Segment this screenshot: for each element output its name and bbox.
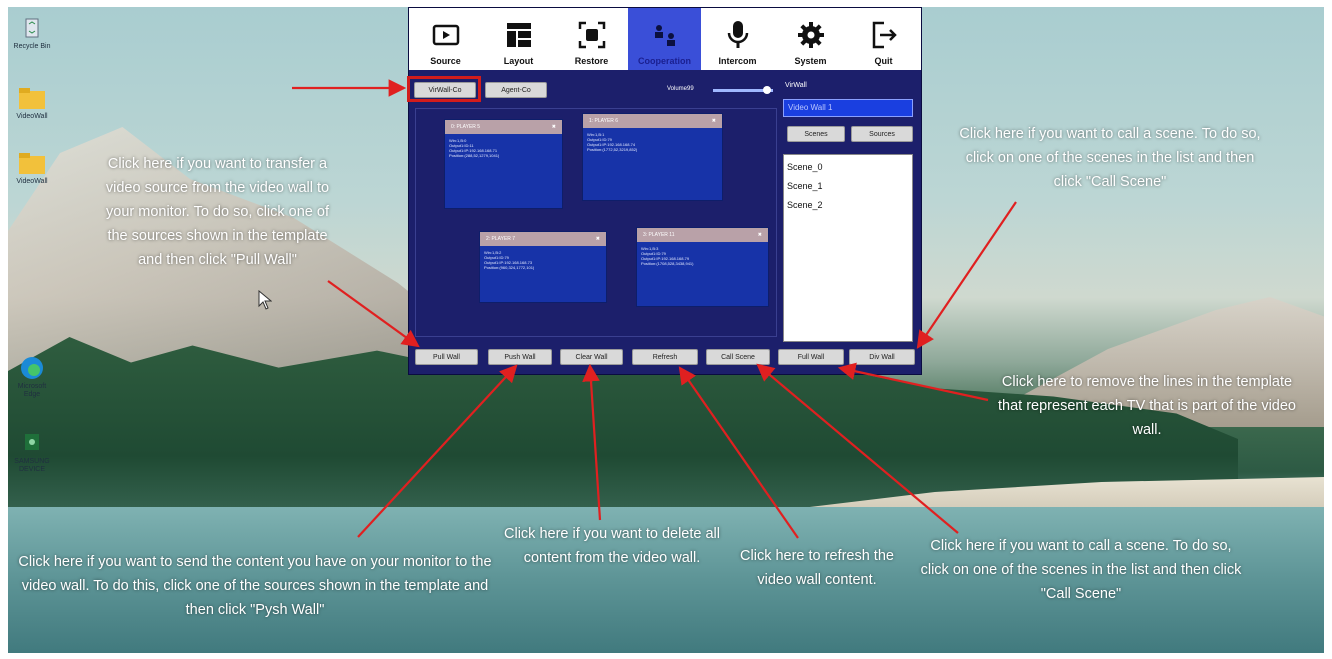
annotation-call-scene-top: Click here if you want to call a scene. … xyxy=(959,126,1261,190)
desktop-icon-samsung[interactable]: SAMSUNG DEVICE xyxy=(10,430,54,474)
desktop-icon-recycle-bin[interactable]: Recycle Bin xyxy=(10,15,54,51)
highlight-box xyxy=(407,76,481,102)
push-wall-button[interactable]: Push Wall xyxy=(488,349,552,365)
volume-slider[interactable] xyxy=(713,86,773,94)
desktop-icon-label: VideoWall xyxy=(16,178,48,185)
player-header: 2: PLAYER 7 ✖ xyxy=(480,232,606,246)
close-icon[interactable]: ✖ xyxy=(596,236,600,242)
tab-label: Cooperation xyxy=(638,56,691,66)
tab-label: Intercom xyxy=(718,56,757,66)
right-panel: VirWall Video Wall 1 Scenes Sources Scen… xyxy=(781,74,915,342)
pull-wall-button[interactable]: Pull Wall xyxy=(415,349,478,365)
layout-icon xyxy=(504,20,534,50)
full-wall-button[interactable]: Full Wall xyxy=(778,349,844,365)
close-icon[interactable]: ✖ xyxy=(552,124,556,130)
tab-label: System xyxy=(794,56,827,66)
close-icon[interactable]: ✖ xyxy=(712,118,716,124)
videowall-app-window: Source Layout Restore Cooperation Interc… xyxy=(408,7,922,375)
folder-icon xyxy=(17,150,47,176)
tab-system[interactable]: System xyxy=(774,8,847,70)
annotation-call-scene-bottom: Click here if you want to call a scene. … xyxy=(920,538,1242,602)
player-header: 0: PLAYER 5 ✖ xyxy=(445,120,562,134)
player-info: Win:1,B:2 Output1:ID:79 Output1:IP:192.1… xyxy=(484,250,535,270)
desktop-icon-folder-2[interactable]: VideoWall xyxy=(10,150,54,186)
volume-label: Volume99 xyxy=(667,86,694,92)
app-icon xyxy=(17,430,47,456)
desktop-icon-folder-1[interactable]: VideoWall xyxy=(10,85,54,121)
player-title: 0: PLAYER 5 xyxy=(451,124,481,130)
player-title: 2: PLAYER 7 xyxy=(486,236,516,242)
tab-layout[interactable]: Layout xyxy=(482,8,555,70)
player-window[interactable]: 3: PLAYER 11 ✖ Win:1,B:3 Output1:ID:79 Ou… xyxy=(636,227,769,307)
volume-slider-handle[interactable] xyxy=(763,86,771,94)
desktop-icon-edge[interactable]: Microsoft Edge xyxy=(10,355,54,399)
tab-intercom[interactable]: Intercom xyxy=(701,8,774,70)
player-window[interactable]: 2: PLAYER 7 ✖ Win:1,B:2 Output1:ID:79 Out… xyxy=(479,231,607,303)
player-info: Win:1,B:1 Output1:ID:79 Output1:IP:192.1… xyxy=(587,132,638,152)
tab-cooperation[interactable]: Cooperation xyxy=(628,8,701,70)
recycle-bin-icon xyxy=(17,15,47,41)
tab-label: Source xyxy=(430,56,461,66)
player-title: 1: PLAYER 6 xyxy=(589,118,619,124)
scene-item[interactable]: Scene_0 xyxy=(787,158,909,177)
annotation-refresh: Click here to refresh the video wall con… xyxy=(740,548,894,588)
annotation-push-wall: Click here if you want to send the conte… xyxy=(18,554,492,618)
player-title: 3: PLAYER 11 xyxy=(643,232,675,238)
play-icon xyxy=(431,20,461,50)
folder-icon xyxy=(17,85,47,111)
div-wall-button[interactable]: Div Wall xyxy=(849,349,915,365)
player-header: 3: PLAYER 11 ✖ xyxy=(637,228,768,242)
quit-icon xyxy=(869,20,899,50)
scenes-tab-button[interactable]: Scenes xyxy=(787,126,845,142)
annotation-div-wall: Click here to remove the lines in the te… xyxy=(998,374,1296,438)
player-info: Win:1,B:0 Output1:ID:11 Output1:IP:192.1… xyxy=(449,138,500,158)
wall-name-field[interactable]: Video Wall 1 xyxy=(783,99,913,117)
scene-item[interactable]: Scene_2 xyxy=(787,196,909,215)
tab-label: Layout xyxy=(503,56,534,66)
scene-item[interactable]: Scene_1 xyxy=(787,177,909,196)
call-scene-button[interactable]: Call Scene xyxy=(706,349,770,365)
tab-source[interactable]: Source xyxy=(409,8,482,70)
gear-icon xyxy=(796,20,826,50)
refresh-button[interactable]: Refresh xyxy=(632,349,698,365)
cooperation-icon xyxy=(650,20,680,50)
close-icon[interactable]: ✖ xyxy=(758,232,762,238)
player-info: Win:1,B:3 Output1:ID:79 Output1:IP:192.1… xyxy=(641,246,694,266)
desktop-icon-label: SAMSUNG DEVICE xyxy=(14,458,50,473)
agent-co-button[interactable]: Agent-Co xyxy=(485,82,547,98)
tab-label: Restore xyxy=(574,56,609,66)
mouse-cursor-icon xyxy=(258,289,273,315)
restore-icon xyxy=(577,20,607,50)
annotation-pull-wall: Click here if you want to transfer a vid… xyxy=(105,156,330,268)
clear-wall-button[interactable]: Clear Wall xyxy=(560,349,623,365)
player-window[interactable]: 0: PLAYER 5 ✖ Win:1,B:0 Output1:ID:11 Out… xyxy=(444,119,563,209)
tab-label: Quit xyxy=(874,56,893,66)
edge-icon xyxy=(17,355,47,381)
player-window[interactable]: 1: PLAYER 6 ✖ Win:1,B:1 Output1:ID:79 Out… xyxy=(582,113,723,201)
scene-list[interactable]: Scene_0 Scene_1 Scene_2 xyxy=(783,154,913,342)
panel-title: VirWall xyxy=(785,82,807,89)
tab-quit[interactable]: Quit xyxy=(847,8,920,70)
desktop-icon-label: VideoWall xyxy=(16,113,48,120)
sources-tab-button[interactable]: Sources xyxy=(851,126,913,142)
wall-template-canvas[interactable]: 0: PLAYER 5 ✖ Win:1,B:0 Output1:ID:11 Out… xyxy=(415,108,777,337)
main-tab-bar: Source Layout Restore Cooperation Interc… xyxy=(409,8,921,70)
microphone-icon xyxy=(723,20,753,50)
desktop-icon-label: Microsoft Edge xyxy=(17,383,47,398)
desktop-icon-label: Recycle Bin xyxy=(13,43,51,50)
player-header: 1: PLAYER 6 ✖ xyxy=(583,114,722,128)
tab-restore[interactable]: Restore xyxy=(555,8,628,70)
annotation-clear-wall: Click here if you want to delete all con… xyxy=(504,526,720,566)
